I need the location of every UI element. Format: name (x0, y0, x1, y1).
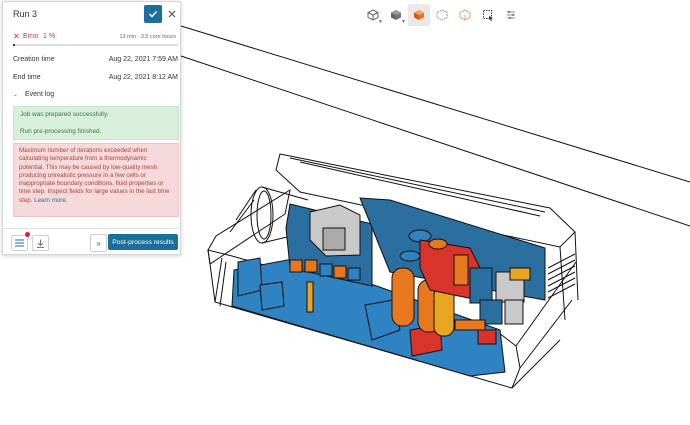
post-process-results-button[interactable]: Post-process results (108, 234, 178, 250)
log-list-button[interactable] (11, 235, 28, 251)
chevron-down-icon: ⌄ (13, 92, 19, 98)
expand-button[interactable]: » (90, 234, 107, 252)
status-row: ✕ Error 1 % 13 min · 3.5 core hours (13, 32, 178, 43)
event-log-toggle[interactable]: ⌄ Event log (13, 91, 93, 101)
panel-header: Run 3 (3, 2, 180, 26)
cube-orange-icon[interactable] (408, 4, 430, 26)
creation-time-label: Creation time (13, 56, 55, 63)
learn-more-link[interactable]: Learn more. (34, 197, 67, 204)
cube-shaded-icon[interactable]: ▼ (385, 4, 407, 26)
creation-time-value: Aug 22, 2021 7:59 AM (108, 56, 178, 63)
end-time-value: Aug 22, 2021 8:12 AM (108, 74, 178, 81)
end-time-label: End time (13, 74, 41, 81)
download-icon (37, 239, 44, 248)
end-time-row: End time Aug 22, 2021 8:12 AM (13, 74, 178, 84)
close-icon (168, 10, 176, 18)
progress-bar (13, 44, 178, 46)
log-success-line: Run pre-processing finished. (20, 128, 102, 135)
cube-outline-icon[interactable] (454, 4, 476, 26)
view-toolbar: ▼ ▼ (362, 4, 522, 26)
panel-title: Run 3 (13, 9, 38, 19)
run-duration: 13 min · 3.5 core hours (119, 34, 176, 40)
log-error-message: Maximum number of iterations exceeded wh… (19, 147, 170, 204)
log-success-line: Job was prepared successfully. (20, 111, 109, 118)
status-label: Error (23, 33, 39, 40)
error-x-icon: ✕ (13, 32, 20, 41)
confirm-button[interactable] (144, 5, 162, 23)
log-success-box: Job was prepared successfully. Run pre-p… (13, 106, 179, 140)
check-icon (148, 10, 158, 18)
status-percent: 1 % (43, 33, 56, 40)
progress-fill (13, 44, 15, 46)
event-log-label: Event log (25, 91, 55, 98)
download-button[interactable] (32, 235, 49, 251)
cube-wireframe-icon[interactable]: ▼ (362, 4, 384, 26)
close-button[interactable] (164, 5, 180, 23)
cube-dotted-icon[interactable] (431, 4, 453, 26)
list-icon (15, 239, 24, 247)
divider (3, 228, 180, 229)
run-panel: Run 3 ✕ Error 1 % 13 min · 3.5 core hour… (2, 1, 181, 255)
box-select-icon[interactable] (477, 4, 499, 26)
sliders-icon[interactable] (500, 4, 522, 26)
log-error-box: Maximum number of iterations exceeded wh… (13, 143, 179, 217)
creation-time-row: Creation time Aug 22, 2021 7:59 AM (13, 56, 178, 66)
notification-dot (25, 232, 30, 237)
